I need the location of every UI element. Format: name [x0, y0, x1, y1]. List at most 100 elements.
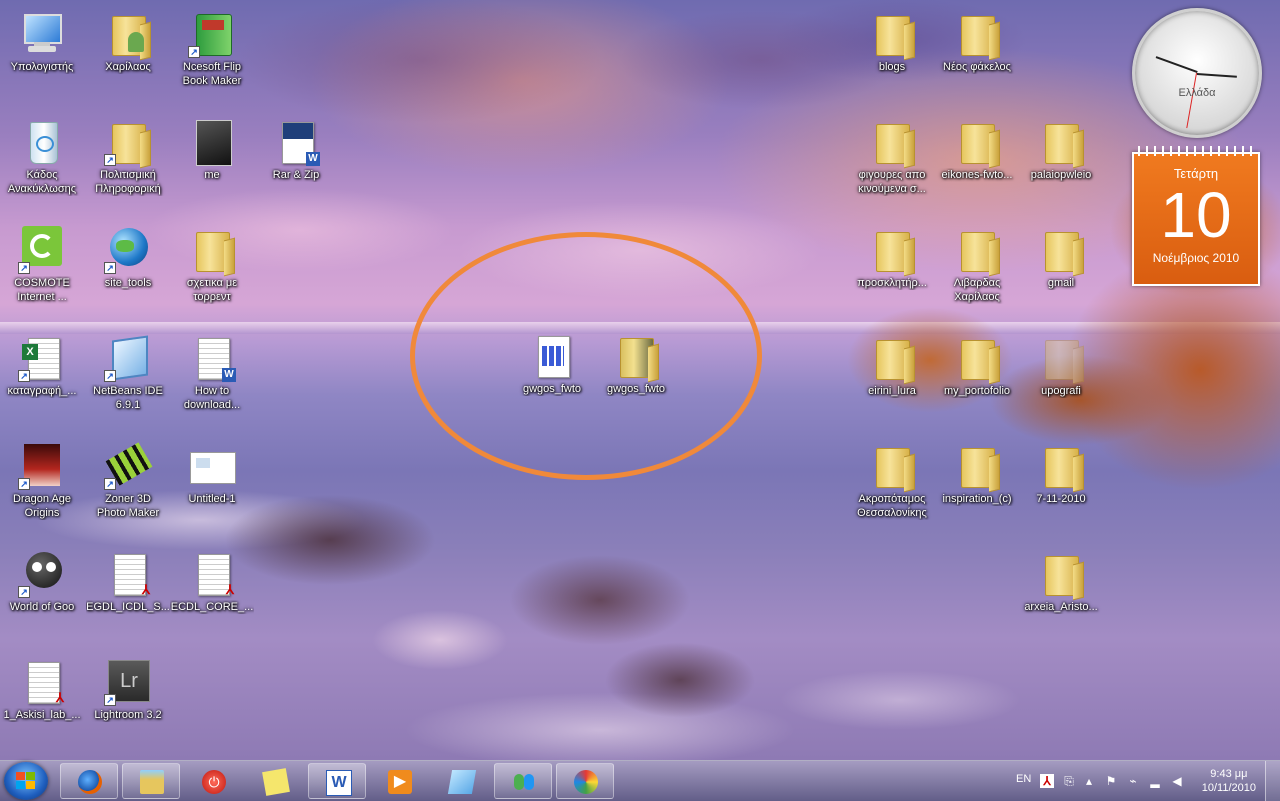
show-desktop-button[interactable]	[1265, 761, 1280, 801]
calendar-gadget[interactable]: Τετάρτη 10 Νοέμβριος 2010	[1132, 146, 1260, 286]
desktop-icon-my-portofolio[interactable]: my_portofolio	[935, 334, 1019, 398]
icon-label: Λιβαρδας Χαρίλαος	[953, 277, 1001, 303]
start-button[interactable]	[4, 762, 48, 800]
taskbar-sticky-notes[interactable]	[246, 763, 304, 799]
calendar-month: Νοέμβριος 2010	[1152, 251, 1240, 265]
desktop-icon-world-of-goo[interactable]: ↗ World of Goo	[0, 550, 84, 614]
icon-label: gwgos_fwto	[606, 383, 666, 395]
calendar-rings	[1138, 146, 1254, 156]
desktop-icon-blogs[interactable]: blogs	[850, 10, 934, 74]
taskbar-word[interactable]: W	[308, 763, 366, 799]
folder-icon	[868, 10, 916, 58]
desktop-icon-netbeans[interactable]: ↗ NetBeans IDE 6.9.1	[86, 334, 170, 412]
icon-label: προσκλητήρ...	[857, 277, 927, 289]
taskbar-notepad[interactable]	[432, 763, 490, 799]
desktop-icon-egdl-pdf[interactable]: ⅄ EGDL_ICDL_S...	[86, 550, 170, 614]
desktop-icon-palaiopwleio[interactable]: palaiopwleio	[1019, 118, 1103, 182]
icon-label: Νέος φάκελος	[943, 61, 1011, 73]
cosmote-icon: ↗	[18, 226, 66, 274]
power-plug-icon[interactable]: ⌁	[1126, 774, 1140, 788]
notepad-icon	[447, 770, 477, 794]
book-icon: ↗	[188, 10, 236, 58]
volume-icon[interactable]: ◀	[1170, 774, 1184, 788]
taskbar-messenger[interactable]	[494, 763, 552, 799]
desktop-icon-dragon-age[interactable]: ↗ Dragon Age Origins	[0, 442, 84, 520]
chevron-up-icon[interactable]: ▴	[1082, 774, 1096, 788]
desktop-icon-torrent-folder[interactable]: σχετικα με τορρεντ	[170, 226, 254, 304]
acrobat-tray-icon[interactable]: ⅄	[1040, 774, 1054, 788]
desktop-icon-cosmote[interactable]: ↗ COSMOTE Internet ...	[0, 226, 84, 304]
user-folder-icon	[104, 10, 152, 58]
desktop-icon-figures-folder[interactable]: φιγουρες απο κινούμενα σ...	[850, 118, 934, 196]
minute-hand	[1155, 56, 1198, 73]
desktop-icon-recycle-bin[interactable]: Κάδος Ανακύκλωσης	[0, 118, 84, 196]
desktop-icon-arxeia[interactable]: arxeia_Aristo...	[1019, 550, 1103, 614]
icon-label: NetBeans IDE 6.9.1	[93, 385, 163, 411]
taskbar-time: 9:43 μμ	[1210, 768, 1248, 780]
desktop-icon-computer[interactable]: Υπολογιστής	[0, 10, 84, 74]
icon-label: palaiopwleio	[1030, 169, 1092, 181]
folder-icon	[953, 226, 1001, 274]
desktop-icon-ecdl-pdf[interactable]: ⅄ ECDL_CORE_...	[170, 550, 254, 614]
pdf-document-icon: ⅄	[188, 550, 236, 598]
folder-icon	[868, 118, 916, 166]
film-icon: ↗	[104, 442, 153, 490]
firefox-icon	[78, 770, 102, 794]
image-file-icon	[188, 442, 236, 490]
desktop-icon-gmail[interactable]: gmail	[1019, 226, 1103, 290]
icon-label: Lightroom 3.2	[94, 709, 162, 721]
desktop-icon-untitled[interactable]: Untitled-1	[170, 442, 254, 506]
language-indicator[interactable]: EN	[1016, 773, 1031, 785]
desktop-icon-inspiration[interactable]: inspiration_(c)	[935, 442, 1019, 506]
action-center-flag-icon[interactable]: ⚑	[1104, 774, 1118, 788]
calendar-day: 10	[1160, 179, 1232, 251]
desktop-icon-livardas-folder[interactable]: Λιβαρδας Χαρίλαος	[935, 226, 1019, 304]
clock-gadget[interactable]: Ελλάδα	[1132, 8, 1262, 138]
desktop-icon-7-11-2010[interactable]: 7-11-2010	[1019, 442, 1103, 506]
desktop-icon-eikones-folder[interactable]: eikones-fwto...	[935, 118, 1019, 182]
system-tray: EN ⅄ ⎘ ▴ ⚑ ⌁ ▂ ◀ 9:43 μμ 10/11/2010	[1010, 761, 1280, 801]
desktop-icon-upografi[interactable]: upografi	[1019, 334, 1103, 398]
word-document-icon: W	[188, 334, 236, 382]
desktop-icon-excel-log[interactable]: X ↗ καταγραφή_...	[0, 334, 84, 398]
desktop-icon-how-to-download[interactable]: W How to download...	[170, 334, 254, 412]
desktop-icon-lightroom[interactable]: Lr ↗ Lightroom 3.2	[86, 658, 170, 722]
icon-label: καταγραφή_...	[7, 385, 77, 397]
desktop-icon-rar-zip[interactable]: W Rar & Zip	[254, 118, 338, 182]
taskbar-explorer[interactable]	[122, 763, 180, 799]
taskbar-clock[interactable]: 9:43 μμ 10/11/2010	[1202, 767, 1256, 795]
desktop-icon-me[interactable]: me	[170, 118, 254, 182]
desktop-icon-gwgos-fwto-file[interactable]: gwgos_fwto	[510, 332, 594, 396]
clipboard-tray-icon[interactable]: ⎘	[1062, 774, 1076, 788]
messenger-icon	[512, 770, 536, 794]
icon-label: World of Goo	[9, 601, 75, 613]
desktop-icon-flipbook[interactable]: ↗ Ncesoft Flip Book Maker	[170, 10, 254, 88]
hour-hand	[1196, 73, 1237, 78]
desktop-icon-invitation-folder[interactable]: προσκλητήρ...	[850, 226, 934, 290]
desktop-icon-site-tools[interactable]: ↗ site_tools	[86, 226, 170, 290]
desktop-icon-zoner[interactable]: ↗ Zoner 3D Photo Maker	[86, 442, 170, 520]
icon-label: Ncesoft Flip Book Maker	[182, 61, 242, 87]
desktop-icon-askisi-pdf[interactable]: ⅄ 1_Askisi_lab_...	[0, 658, 84, 722]
desktop-icon-eirini-lura[interactable]: eirini_lura	[850, 334, 934, 398]
desktop-icon-folder-culture[interactable]: ↗ Πολιτισμική Πληροφορική	[86, 118, 170, 196]
desktop-icon-user-folder[interactable]: Χαρίλαος	[86, 10, 170, 74]
taskbar-shutdown[interactable]: ⏻	[184, 763, 242, 799]
desktop-icon-gwgos-fwto-folder[interactable]: gwgos_fwto	[594, 332, 678, 396]
icon-label: blogs	[878, 61, 906, 73]
lightroom-icon: Lr ↗	[104, 658, 152, 706]
network-signal-icon[interactable]: ▂	[1148, 774, 1162, 788]
taskbar-paint[interactable]	[556, 763, 614, 799]
taskbar-firefox[interactable]	[60, 763, 118, 799]
desktop-icon-akropotamos[interactable]: Ακροπόταμος Θεσσαλονίκης	[850, 442, 934, 520]
taskbar: ⏻ W ▶ EN ⅄ ⎘ ▴ ⚑ ⌁ ▂ ◀ 9:43 μμ 10/11/201…	[0, 760, 1280, 801]
icon-label: Rar & Zip	[272, 169, 320, 181]
game-icon: ↗	[18, 442, 66, 490]
icon-label: σχετικα με τορρεντ	[186, 277, 238, 303]
word-icon: W	[326, 770, 352, 796]
icon-label: my_portofolio	[943, 385, 1011, 397]
taskbar-media-player[interactable]: ▶	[370, 763, 428, 799]
clock-city-label: Ελλάδα	[1178, 87, 1216, 99]
folder-icon	[868, 334, 916, 382]
desktop-icon-new-folder[interactable]: Νέος φάκελος	[935, 10, 1019, 74]
